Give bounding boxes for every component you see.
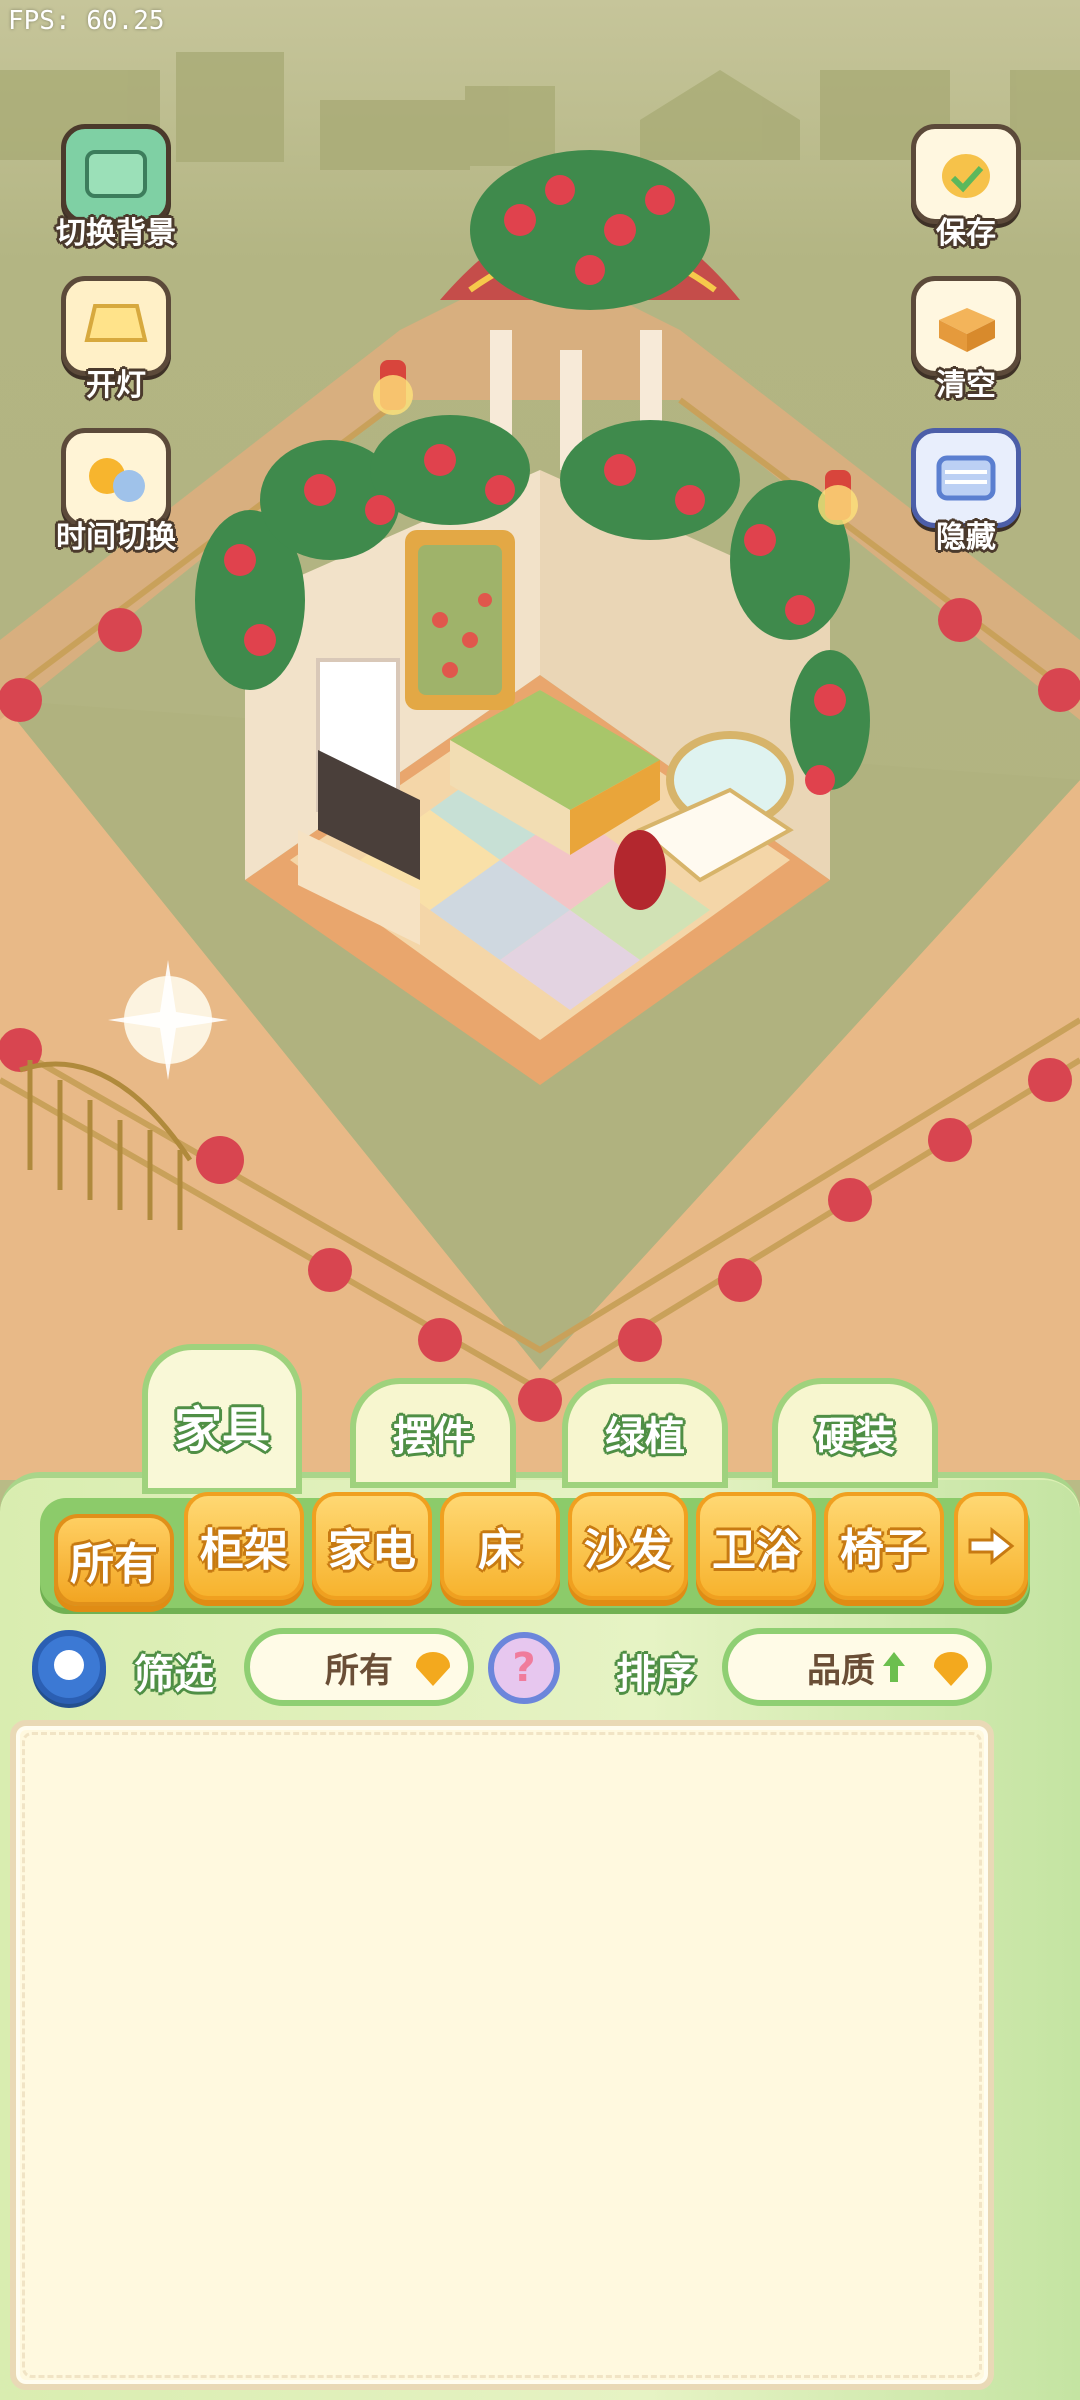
tab-furniture[interactable]: 家具 [142,1344,302,1494]
filter-value: 所有 [325,1650,393,1691]
sort-value: 品质 [807,1650,875,1691]
tab-hardware[interactable]: 硬装 [772,1378,938,1488]
category-sofa[interactable]: 沙发 [568,1492,688,1600]
category-shelves[interactable]: 柜架 [184,1492,304,1600]
arrow-up-icon [883,1652,905,1682]
switch-background-label: 切换背景 [56,216,176,251]
category-chairs[interactable]: 椅子 [824,1492,944,1600]
chevron-down-icon [416,1652,450,1686]
time-switch-button[interactable]: 时间切换 [46,428,186,558]
hide-label: 隐藏 [936,520,996,555]
category-bed[interactable]: 床 [440,1492,560,1600]
toggle-light-label: 开灯 [86,368,146,403]
hide-button[interactable]: 隐藏 [896,428,1036,558]
filter-row: 筛选 所有 ? 排序 品质 [0,1628,1080,1708]
time-switch-label: 时间切换 [56,520,176,555]
switch-background-button[interactable]: 切换背景 [46,124,186,254]
help-icon: ? [512,1645,536,1691]
tab-plants[interactable]: 绿植 [562,1378,728,1488]
sort-label: 排序 [616,1652,696,1698]
toggle-light-button[interactable]: 开灯 [46,276,186,406]
save-label: 保存 [936,216,996,251]
filter-dropdown[interactable]: 所有 [244,1628,474,1706]
category-all[interactable]: 所有 [54,1514,174,1606]
help-button[interactable]: ? [488,1632,560,1704]
search-button[interactable] [32,1630,106,1704]
item-list[interactable] [10,1720,994,2390]
category-appliances[interactable]: 家电 [312,1492,432,1600]
arrow-right-icon [968,1526,1015,1566]
chevron-down-icon [934,1652,968,1686]
clear-label: 清空 [936,368,996,403]
fps-counter: FPS: 60.25 [8,6,165,36]
filter-label: 筛选 [134,1652,214,1698]
sort-dropdown[interactable]: 品质 [722,1628,992,1706]
category-next-button[interactable] [954,1492,1028,1600]
category-bathroom[interactable]: 卫浴 [696,1492,816,1600]
room-scene[interactable]: FPS: 60.25 切换背景 开灯 时间切换 保存 清空 隐藏 [0,0,1080,1480]
save-button[interactable]: 保存 [896,124,1036,254]
clear-button[interactable]: 清空 [896,276,1036,406]
tab-decorations[interactable]: 摆件 [350,1378,516,1488]
